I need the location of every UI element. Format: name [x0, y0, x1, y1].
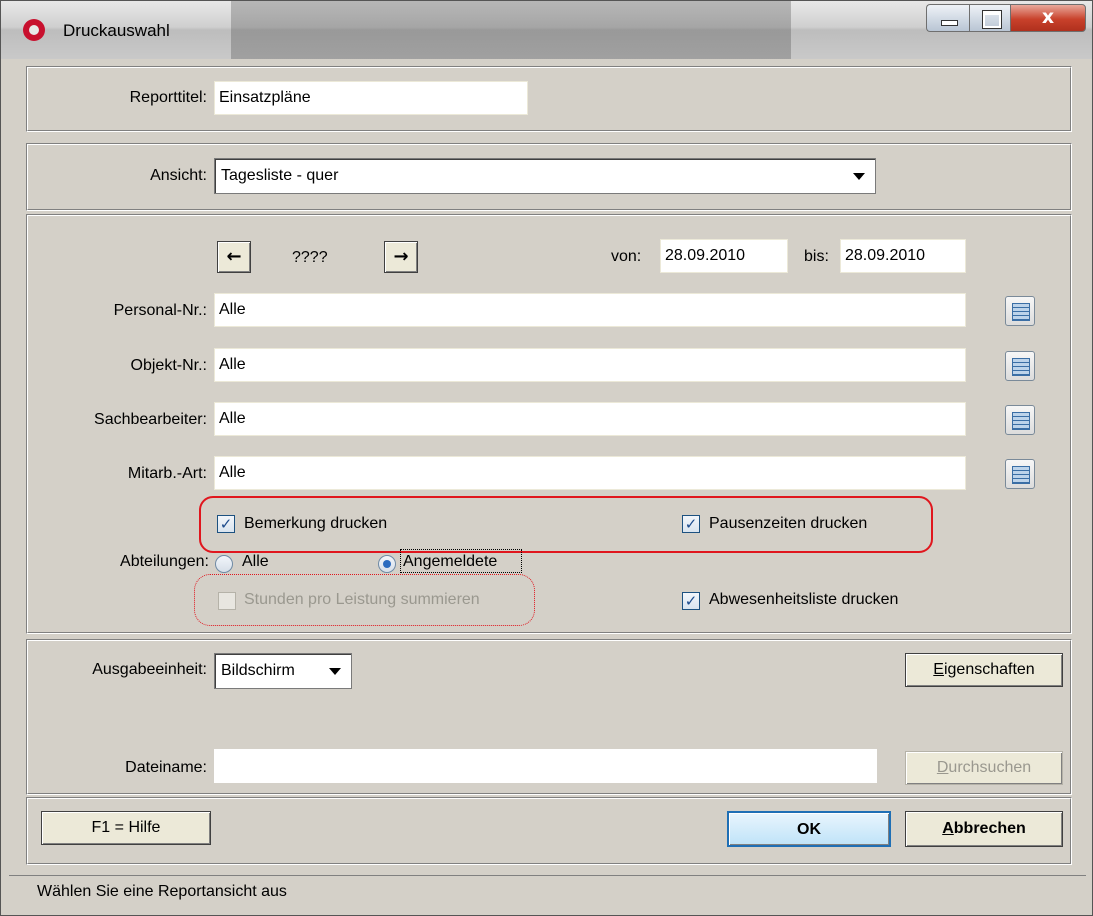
personal-nr-label: Personal-Nr.:: [113, 302, 207, 319]
objekt-nr-label: Objekt-Nr.:: [130, 357, 207, 374]
pausenzeiten-checkbox[interactable]: ✓: [682, 515, 700, 533]
ok-button[interactable]: OK: [727, 811, 891, 847]
stunden-summieren-checkbox: [218, 592, 236, 610]
abwesenheitsliste-label[interactable]: Abwesenheitsliste drucken: [709, 591, 898, 609]
mitarb-art-lookup-icon[interactable]: [1005, 459, 1035, 489]
minimize-button[interactable]: [926, 4, 970, 32]
arrow-right-icon: →: [393, 246, 409, 267]
previous-period-button[interactable]: ←: [217, 241, 251, 273]
abteilungen-label: Abteilungen:: [120, 553, 209, 570]
sachbearbeiter-label: Sachbearbeiter:: [94, 411, 207, 428]
abteilungen-angemeldete-label[interactable]: Angemeldete: [403, 553, 497, 571]
abteilungen-all-radio[interactable]: [215, 555, 233, 573]
from-date-label: von:: [611, 248, 642, 265]
view-dropdown[interactable]: Tagesliste - quer: [214, 158, 876, 194]
output-unit-dropdown[interactable]: Bildschirm: [214, 653, 352, 689]
to-date-label: bis:: [804, 248, 829, 265]
output-unit-value: Bildschirm: [221, 662, 295, 679]
arrow-left-icon: ←: [226, 246, 242, 267]
close-icon: x: [1041, 6, 1055, 28]
properties-button[interactable]: Eigenschaften: [905, 653, 1063, 687]
app-icon: [23, 19, 45, 41]
maximize-button[interactable]: [969, 4, 1011, 32]
to-date-input[interactable]: 28.09.2010: [840, 239, 966, 273]
sachbearbeiter-input[interactable]: Alle: [214, 402, 966, 436]
next-period-button[interactable]: →: [384, 241, 418, 273]
period-placeholder: ????: [292, 249, 328, 266]
status-bar: Wählen Sie eine Reportansicht aus: [9, 875, 1086, 909]
bemerkung-label[interactable]: Bemerkung drucken: [244, 515, 387, 533]
report-title-input[interactable]: Einsatzpläne: [214, 81, 528, 115]
objekt-nr-input[interactable]: Alle: [214, 348, 966, 382]
chevron-down-icon: [329, 668, 341, 675]
filename-label: Dateiname:: [125, 759, 207, 776]
personal-nr-input[interactable]: Alle: [214, 293, 966, 327]
abwesenheitsliste-checkbox[interactable]: ✓: [682, 592, 700, 610]
from-date-input[interactable]: 28.09.2010: [660, 239, 788, 273]
close-button[interactable]: x: [1010, 4, 1086, 32]
abteilungen-angemeldete-radio[interactable]: [378, 555, 396, 573]
view-dropdown-value: Tagesliste - quer: [221, 167, 339, 184]
abteilungen-all-label[interactable]: Alle: [242, 553, 269, 571]
dialog-client-area: Reporttitel: Einsatzpläne Ansicht: Tages…: [9, 59, 1086, 909]
cancel-button[interactable]: Abbrechen: [905, 811, 1063, 847]
objekt-nr-lookup-icon[interactable]: [1005, 351, 1035, 381]
print-dialog-window: Druckauswahl x Reporttitel: Einsatzpläne…: [0, 0, 1093, 916]
mitarb-art-input[interactable]: Alle: [214, 456, 966, 490]
report-title-label: Reporttitel:: [129, 89, 207, 106]
view-label: Ansicht:: [150, 167, 207, 184]
window-title: Druckauswahl: [63, 21, 170, 40]
browse-button: Durchsuchen: [905, 751, 1063, 785]
title-bar[interactable]: Druckauswahl x: [1, 1, 1092, 59]
bemerkung-checkbox[interactable]: ✓: [217, 515, 235, 533]
pausenzeiten-label[interactable]: Pausenzeiten drucken: [709, 515, 867, 533]
help-button[interactable]: F1 = Hilfe: [41, 811, 211, 845]
mitarb-art-label: Mitarb.-Art:: [127, 465, 207, 482]
chevron-down-icon: [853, 173, 865, 180]
output-unit-label: Ausgabeeinheit:: [92, 661, 207, 678]
stunden-summieren-label: Stunden pro Leistung summieren: [244, 591, 480, 608]
filename-input[interactable]: [214, 749, 877, 783]
personal-nr-lookup-icon[interactable]: [1005, 296, 1035, 326]
sachbearbeiter-lookup-icon[interactable]: [1005, 405, 1035, 435]
